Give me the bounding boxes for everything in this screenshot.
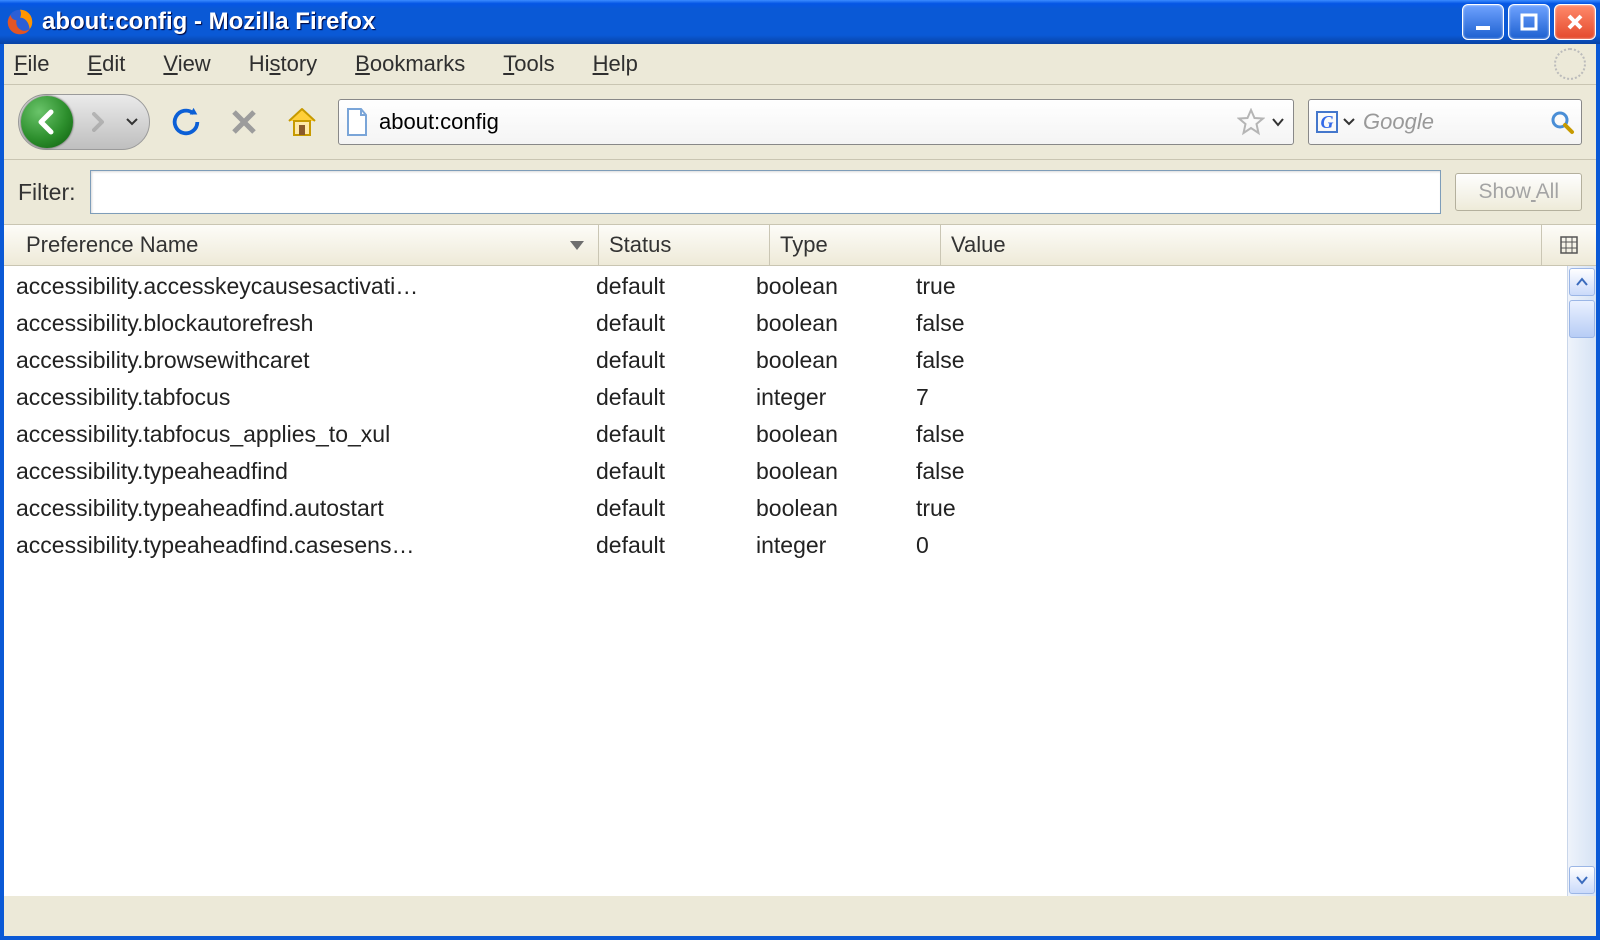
filter-input[interactable] [90, 170, 1442, 214]
pref-type: boolean [756, 495, 916, 522]
show-all-button[interactable]: Show All [1455, 173, 1582, 211]
vertical-scrollbar[interactable] [1567, 266, 1596, 896]
menu-bar: File Edit View History Bookmarks Tools H… [4, 44, 1596, 85]
table-row[interactable]: accessibility.typeaheadfinddefaultboolea… [4, 453, 1567, 490]
pref-status: default [596, 495, 756, 522]
sort-indicator-icon [570, 241, 584, 250]
filter-bar: Filter: Show All [4, 160, 1596, 225]
prefs-table-body: accessibility.accesskeycausesactivati…de… [4, 266, 1567, 896]
search-go-icon[interactable] [1549, 109, 1575, 135]
navigation-toolbar: about:config G Google [4, 85, 1596, 160]
table-row[interactable]: accessibility.typeaheadfind.casesens…def… [4, 527, 1567, 564]
pref-value: false [916, 310, 1567, 337]
pref-value: 0 [916, 532, 1567, 559]
search-placeholder: Google [1363, 109, 1549, 135]
table-row[interactable]: accessibility.blockautorefreshdefaultboo… [4, 305, 1567, 342]
pref-name: accessibility.typeaheadfind [16, 458, 596, 485]
pref-status: default [596, 310, 756, 337]
google-icon: G [1315, 110, 1339, 134]
pref-name: accessibility.browsewithcaret [16, 347, 596, 374]
filter-label: Filter: [18, 179, 76, 206]
pref-status: default [596, 384, 756, 411]
pref-value: 7 [916, 384, 1567, 411]
pref-value: true [916, 273, 1567, 300]
table-row[interactable]: accessibility.typeaheadfind.autostartdef… [4, 490, 1567, 527]
window-titlebar[interactable]: about:config - Mozilla Firefox [0, 0, 1600, 44]
table-row[interactable]: accessibility.tabfocusdefaultinteger7 [4, 379, 1567, 416]
bookmark-star-icon[interactable] [1237, 108, 1265, 136]
menu-view[interactable]: View [163, 51, 210, 77]
pref-status: default [596, 532, 756, 559]
column-picker-button[interactable] [1542, 225, 1596, 265]
search-engine-dropdown[interactable] [1343, 118, 1355, 126]
window-title: about:config - Mozilla Firefox [42, 8, 1462, 36]
pref-type: integer [756, 532, 916, 559]
table-row[interactable]: accessibility.tabfocus_applies_to_xuldef… [4, 416, 1567, 453]
pref-type: integer [756, 384, 916, 411]
scroll-up-button[interactable] [1569, 268, 1595, 296]
svg-text:G: G [1321, 112, 1334, 132]
url-bar[interactable]: about:config [338, 99, 1294, 145]
menu-help[interactable]: Help [593, 51, 638, 77]
page-icon [345, 108, 369, 136]
stop-button[interactable] [222, 100, 266, 144]
prefs-table-header: Preference Name Status Type Value [4, 225, 1596, 266]
menu-history[interactable]: History [249, 51, 317, 77]
reload-button[interactable] [164, 100, 208, 144]
back-forward-group [18, 94, 150, 150]
scroll-thumb[interactable] [1569, 300, 1595, 338]
menu-file[interactable]: File [14, 51, 49, 77]
column-header-value[interactable]: Value [941, 225, 1542, 265]
pref-value: false [916, 458, 1567, 485]
pref-type: boolean [756, 310, 916, 337]
pref-name: accessibility.tabfocus [16, 384, 596, 411]
pref-status: default [596, 458, 756, 485]
pref-name: accessibility.accesskeycausesactivati… [16, 273, 596, 300]
table-row[interactable]: accessibility.browsewithcaretdefaultbool… [4, 342, 1567, 379]
back-button[interactable] [21, 96, 73, 148]
menu-edit[interactable]: Edit [87, 51, 125, 77]
pref-type: boolean [756, 347, 916, 374]
pref-status: default [596, 273, 756, 300]
pref-status: default [596, 347, 756, 374]
menu-tools[interactable]: Tools [503, 51, 554, 77]
pref-status: default [596, 421, 756, 448]
column-header-status[interactable]: Status [599, 225, 770, 265]
throbber-icon [1554, 48, 1586, 80]
home-button[interactable] [280, 100, 324, 144]
pref-name: accessibility.blockautorefresh [16, 310, 596, 337]
back-forward-dropdown[interactable] [123, 118, 141, 126]
column-header-name[interactable]: Preference Name [16, 225, 599, 265]
pref-value: true [916, 495, 1567, 522]
url-text: about:config [379, 109, 1233, 135]
firefox-icon [6, 8, 34, 36]
pref-name: accessibility.typeaheadfind.autostart [16, 495, 596, 522]
pref-type: boolean [756, 421, 916, 448]
table-row[interactable]: accessibility.accesskeycausesactivati…de… [4, 268, 1567, 305]
pref-name: accessibility.tabfocus_applies_to_xul [16, 421, 596, 448]
column-header-type[interactable]: Type [770, 225, 941, 265]
search-bar[interactable]: G Google [1308, 99, 1582, 145]
pref-type: boolean [756, 458, 916, 485]
pref-value: false [916, 347, 1567, 374]
pref-value: false [916, 421, 1567, 448]
pref-type: boolean [756, 273, 916, 300]
window-close-button[interactable] [1554, 4, 1596, 40]
url-dropdown[interactable] [1269, 117, 1287, 127]
menu-bookmarks[interactable]: Bookmarks [355, 51, 465, 77]
window-minimize-button[interactable] [1462, 4, 1504, 40]
window-maximize-button[interactable] [1508, 4, 1550, 40]
pref-name: accessibility.typeaheadfind.casesens… [16, 532, 596, 559]
forward-button[interactable] [73, 110, 123, 134]
scroll-down-button[interactable] [1569, 866, 1595, 894]
